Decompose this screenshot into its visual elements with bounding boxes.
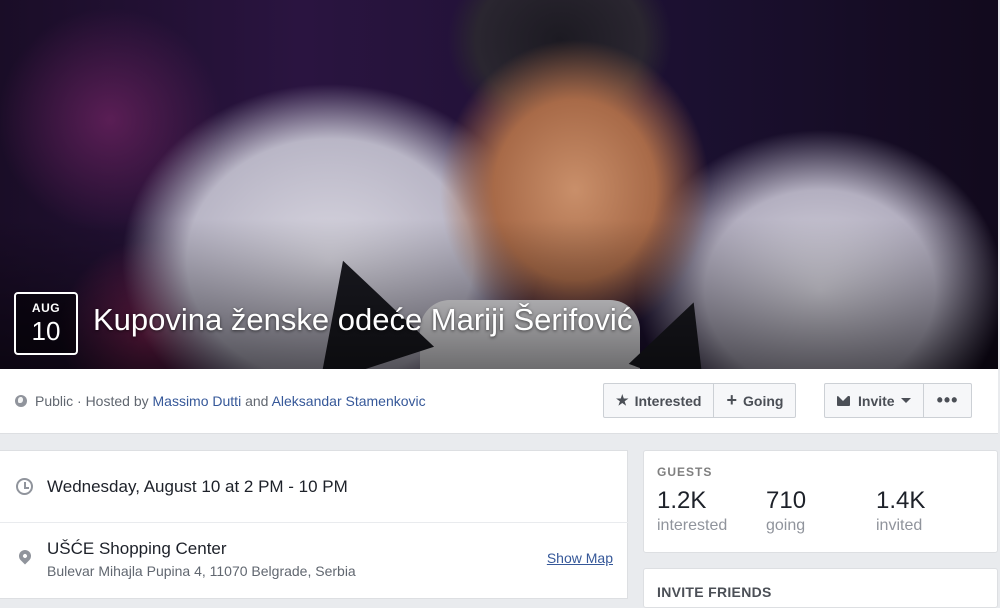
map-pin-icon — [16, 547, 34, 565]
invite-button-group: Invite ••• — [824, 383, 973, 418]
event-datetime: Wednesday, August 10 at 2 PM - 10 PM — [47, 477, 348, 496]
interested-count: 1.2K — [657, 487, 707, 514]
event-location-row[interactable]: UŠĆE Shopping Center Bulevar Mihajla Pup… — [0, 523, 628, 600]
privacy-text: Public · Hosted by — [35, 393, 153, 409]
host-link-massimo-dutti[interactable]: Massimo Dutti — [153, 393, 242, 409]
event-details-card: Wednesday, August 10 at 2 PM - 10 PM UŠĆ… — [0, 450, 628, 599]
invite-friends-card: INVITE FRIENDS — [643, 568, 998, 608]
going-stat-label: going — [766, 517, 806, 534]
invited-count: 1.4K — [876, 487, 926, 514]
envelope-icon — [837, 395, 850, 406]
cover-shade — [0, 219, 998, 369]
host-link-aleksandar-stamenkovic[interactable]: Aleksandar Stamenkovic — [272, 393, 426, 409]
show-map-link[interactable]: Show Map — [547, 550, 613, 566]
event-cover-photo: AUG 10 Kupovina ženske odeće Mariji Šeri… — [0, 0, 998, 369]
invited-stat[interactable]: 1.4K invited — [876, 487, 925, 535]
event-title: Kupovina ženske odeće Mariji Šerifović — [93, 302, 633, 337]
event-host-line: Public · Hosted by Massimo Dutti and Ale… — [15, 393, 426, 409]
event-month: AUG — [31, 301, 61, 315]
caret-down-icon — [900, 398, 911, 403]
event-info-bar: Public · Hosted by Massimo Dutti and Ale… — [0, 369, 998, 434]
plus-icon: + — [726, 390, 737, 410]
interested-stat[interactable]: 1.2K interested — [657, 487, 727, 535]
guests-card: GUESTS 1.2K interested 710 going 1.4K in… — [643, 450, 998, 553]
rsvp-button-group: ★ Interested + Going — [603, 383, 797, 418]
invite-button[interactable]: Invite — [825, 384, 924, 417]
going-count: 710 — [766, 487, 807, 514]
interested-button[interactable]: ★ Interested — [604, 384, 715, 417]
more-options-button[interactable]: ••• — [924, 384, 972, 417]
star-icon: ★ — [616, 392, 629, 408]
event-date-badge: AUG 10 — [14, 292, 78, 355]
invited-stat-label: invited — [876, 517, 923, 534]
venue-name: UŠĆE Shopping Center — [47, 539, 227, 558]
venue-address: Bulevar Mihajla Pupina 4, 11070 Belgrade… — [47, 563, 356, 579]
clock-icon — [16, 478, 33, 495]
interested-label: Interested — [634, 392, 702, 409]
invite-friends-heading: INVITE FRIENDS — [657, 584, 772, 600]
going-label: Going — [743, 392, 784, 409]
and-text: and — [241, 393, 272, 409]
going-button[interactable]: + Going — [714, 384, 795, 417]
event-day: 10 — [31, 316, 61, 346]
interested-stat-label: interested — [657, 517, 728, 534]
going-stat[interactable]: 710 going — [766, 487, 806, 535]
invite-label: Invite — [858, 392, 895, 409]
guests-heading: GUESTS — [657, 465, 713, 479]
event-time-row[interactable]: Wednesday, August 10 at 2 PM - 10 PM — [0, 451, 628, 523]
globe-icon — [15, 395, 27, 407]
